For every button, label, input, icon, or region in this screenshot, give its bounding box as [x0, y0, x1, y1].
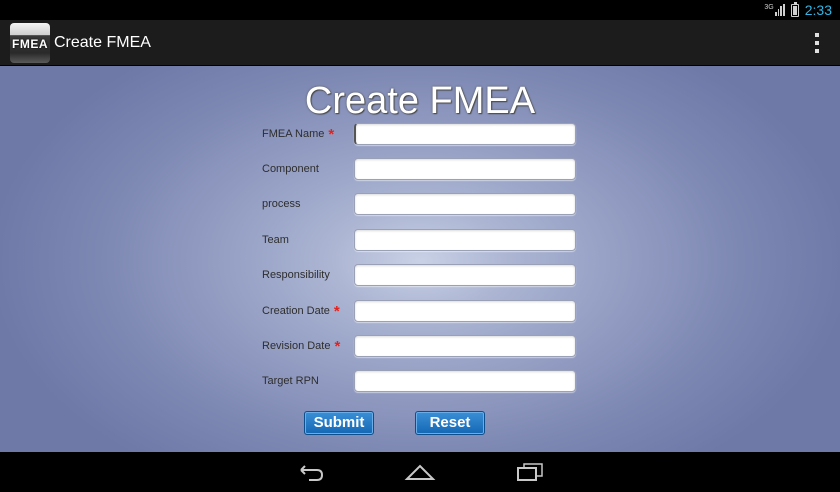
field-label: Revision Date — [262, 340, 331, 352]
field-label: Team — [262, 234, 289, 246]
field-fmea-name: FMEA Name * — [262, 123, 582, 149]
recents-icon[interactable] — [510, 457, 550, 487]
field-target-rpn: Target RPN — [262, 370, 582, 396]
required-marker: * — [333, 302, 340, 320]
field-label: Target RPN — [262, 375, 319, 387]
required-marker: * — [334, 337, 341, 355]
battery-icon — [790, 1, 799, 17]
clock: 2:33 — [804, 2, 832, 18]
fmea-name-input[interactable] — [354, 123, 576, 145]
navigation-bar — [0, 452, 840, 492]
action-bar: FMEA Create FMEA — [0, 20, 840, 66]
signal-icon: 3G — [764, 4, 785, 16]
field-process: process — [262, 193, 582, 219]
submit-button[interactable]: Submit — [304, 411, 374, 435]
required-marker: * — [328, 125, 335, 143]
process-input[interactable] — [354, 193, 576, 215]
field-creation-date: Creation Date * — [262, 300, 582, 326]
target-rpn-input[interactable] — [354, 370, 576, 392]
field-label: Creation Date — [262, 305, 330, 317]
home-icon[interactable] — [400, 457, 440, 487]
revision-date-input[interactable] — [354, 335, 576, 357]
back-icon[interactable] — [290, 457, 330, 487]
app-logo-icon[interactable]: FMEA — [10, 22, 50, 63]
network-type: 3G — [764, 4, 774, 11]
field-label: Responsibility — [262, 269, 330, 281]
field-label: Component — [262, 163, 319, 175]
team-input[interactable] — [354, 229, 576, 251]
field-revision-date: Revision Date * — [262, 335, 582, 361]
responsibility-input[interactable] — [354, 264, 576, 286]
component-input[interactable] — [354, 158, 576, 180]
form-container: Create FMEA FMEA Name * Component process… — [0, 66, 840, 452]
field-component: Component — [262, 158, 582, 184]
page-title: Create FMEA — [304, 80, 536, 122]
overflow-menu-icon[interactable] — [814, 32, 820, 53]
field-label: process — [262, 198, 301, 210]
creation-date-input[interactable] — [354, 300, 576, 322]
reset-button[interactable]: Reset — [415, 411, 485, 435]
status-bar: 3G 2:33 — [0, 0, 840, 20]
app-logo-text: FMEA — [12, 36, 48, 51]
field-responsibility: Responsibility — [262, 264, 582, 290]
field-label: FMEA Name — [262, 128, 325, 140]
field-team: Team — [262, 229, 582, 255]
app-title: Create FMEA — [54, 33, 151, 51]
